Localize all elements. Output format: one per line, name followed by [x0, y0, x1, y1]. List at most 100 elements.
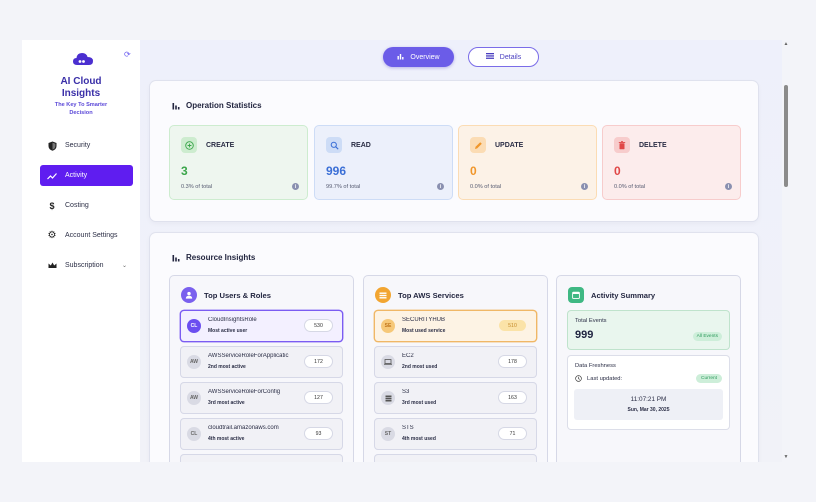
item-name: CloudInsightsRole — [208, 317, 257, 323]
pencil-icon — [470, 137, 486, 153]
scroll-down-arrow-icon[interactable]: ▼ — [782, 454, 790, 460]
nav-item-activity[interactable]: Activity — [40, 165, 133, 186]
list-item[interactable]: ST STS 4th most used 71 — [375, 419, 536, 449]
item-name: STS — [402, 425, 414, 431]
stat-card-read: READ 996 99.7% of total i — [315, 126, 452, 199]
top-users-panel: Top Users & Roles CL CloudInsightsRole M… — [170, 276, 353, 462]
bar-chart-icon — [172, 102, 180, 110]
cloud-logo-icon — [73, 53, 93, 65]
list-item[interactable]: CL cloudtrail.amazonaws.com 4th most act… — [181, 419, 342, 449]
dollar-icon: $ — [49, 200, 55, 211]
total-events-value: 999 — [575, 329, 594, 341]
data-freshness-box: Data Freshness Last updated: Current 11:… — [568, 356, 729, 429]
stat-percent: 99.7% of total — [326, 184, 361, 190]
nav-item-security[interactable]: Security — [40, 135, 133, 156]
stat-card-update: UPDATE 0 0.0% of total i — [459, 126, 596, 199]
info-icon[interactable]: i — [581, 183, 588, 190]
info-icon[interactable]: i — [725, 183, 732, 190]
trash-icon — [614, 137, 630, 153]
item-name: cloudtrail.amazonaws.com — [208, 425, 279, 431]
panel-title: Top Users & Roles — [181, 287, 271, 303]
nav-label: Costing — [65, 202, 89, 209]
stat-label: UPDATE — [495, 142, 524, 149]
operation-statistics-card: Operation Statistics CREATE 3 0.3% of to… — [150, 81, 758, 221]
stat-label: DELETE — [639, 142, 667, 149]
list-item[interactable]: AW AWSServiceRoleForConfig 3rd most acti… — [181, 383, 342, 413]
avatar: AW — [187, 391, 201, 405]
total-events-box: Total Events 999 All Events — [568, 311, 729, 349]
nav-label: Security — [65, 142, 91, 149]
tab-overview[interactable]: Overview — [383, 47, 454, 67]
clock-icon — [575, 375, 582, 382]
list-item[interactable]: AW AWSServiceRoleForApplicatic 2nd most … — [181, 347, 342, 377]
bar-chart-icon — [172, 254, 180, 262]
item-rank: Most used service — [402, 328, 446, 334]
current-badge: Current — [696, 374, 722, 383]
stat-value: 0 — [470, 164, 477, 178]
list-item[interactable]: SE SECURITYHUB Most used service 510 — [375, 311, 536, 341]
avatar: AW — [187, 355, 201, 369]
stat-label: READ — [351, 142, 371, 149]
count-badge: 93 — [305, 428, 332, 439]
panel-title: Activity Summary — [568, 287, 655, 303]
tab-label: Overview — [410, 53, 440, 61]
scroll-up-arrow-icon[interactable]: ▲ — [782, 41, 790, 47]
item-name: S3 — [402, 389, 410, 395]
list-item[interactable]: CL CloudInsightsRole Most active user 53… — [181, 311, 342, 341]
count-badge: 127 — [305, 392, 332, 403]
count-badge: 178 — [499, 356, 526, 367]
stat-value: 3 — [181, 164, 188, 178]
list-item-partial[interactable] — [181, 455, 342, 462]
stat-card-create: CREATE 3 0.3% of total i — [170, 126, 307, 199]
storage-icon — [381, 391, 395, 405]
list-item[interactable]: EC2 2nd most used 178 — [375, 347, 536, 377]
scroll-thumb[interactable] — [784, 85, 788, 187]
avatar: SE — [381, 319, 395, 333]
nav-label: Subscription — [65, 262, 104, 269]
item-rank: 4th most used — [402, 436, 436, 442]
count-badge: 172 — [305, 356, 332, 367]
stat-percent: 0.0% of total — [614, 184, 646, 190]
shield-icon — [47, 141, 57, 151]
stat-percent: 0.3% of total — [181, 184, 213, 190]
nav-item-subscription[interactable]: Subscription ⌄ — [40, 255, 133, 276]
activity-summary-panel: Activity Summary Total Events 999 All Ev… — [557, 276, 740, 462]
info-icon[interactable]: i — [292, 183, 299, 190]
tab-details[interactable]: Details — [468, 47, 539, 67]
item-name: EC2 — [402, 353, 414, 359]
app-window: ⟳ AI Cloud Insights The Key To Smarter D… — [22, 40, 782, 462]
avatar: ST — [381, 427, 395, 441]
list-item[interactable]: S3 3rd most used 163 — [375, 383, 536, 413]
nav-item-costing[interactable]: $ Costing — [40, 195, 133, 216]
card-title: Operation Statistics — [172, 101, 262, 110]
count-badge: 510 — [499, 320, 526, 331]
stat-value: 0 — [614, 164, 621, 178]
gear-icon: ⚙ — [47, 230, 57, 241]
nav-item-account-settings[interactable]: ⚙ Account Settings — [40, 225, 133, 246]
item-rank: 3rd most used — [402, 400, 437, 406]
update-date: Sun, Mar 30, 2025 — [627, 407, 670, 413]
info-icon[interactable]: i — [437, 183, 444, 190]
list-item-partial[interactable] — [375, 455, 536, 462]
bar-chart-icon — [397, 53, 404, 62]
all-events-badge: All Events — [692, 332, 722, 341]
item-rank: 2nd most active — [208, 364, 246, 370]
tab-label: Details — [499, 53, 522, 61]
timestamp-box: 11:07:21 PM Sun, Mar 30, 2025 — [574, 389, 723, 420]
stat-percent: 0.0% of total — [470, 184, 502, 190]
chevron-down-icon: ⌄ — [121, 263, 127, 269]
nav-label: Account Settings — [65, 232, 118, 239]
resource-insights-card: Resource Insights Top Users & Roles CL C… — [150, 233, 758, 462]
item-rank: 4th most active — [208, 436, 245, 442]
refresh-icon[interactable]: ⟳ — [124, 50, 131, 59]
stat-card-delete: DELETE 0 0.0% of total i — [603, 126, 740, 199]
item-rank: 2nd most used — [402, 364, 438, 370]
top-services-panel: Top AWS Services SE SECURITYHUB Most use… — [364, 276, 547, 462]
count-badge: 530 — [305, 320, 332, 331]
calendar-icon — [568, 287, 584, 303]
sidebar: ⟳ AI Cloud Insights The Key To Smarter D… — [22, 40, 140, 462]
trend-icon — [47, 171, 57, 181]
stat-label: CREATE — [206, 142, 235, 149]
vertical-scrollbar[interactable]: ▲ ▼ — [782, 40, 790, 462]
update-time: 11:07:21 PM — [630, 396, 667, 403]
